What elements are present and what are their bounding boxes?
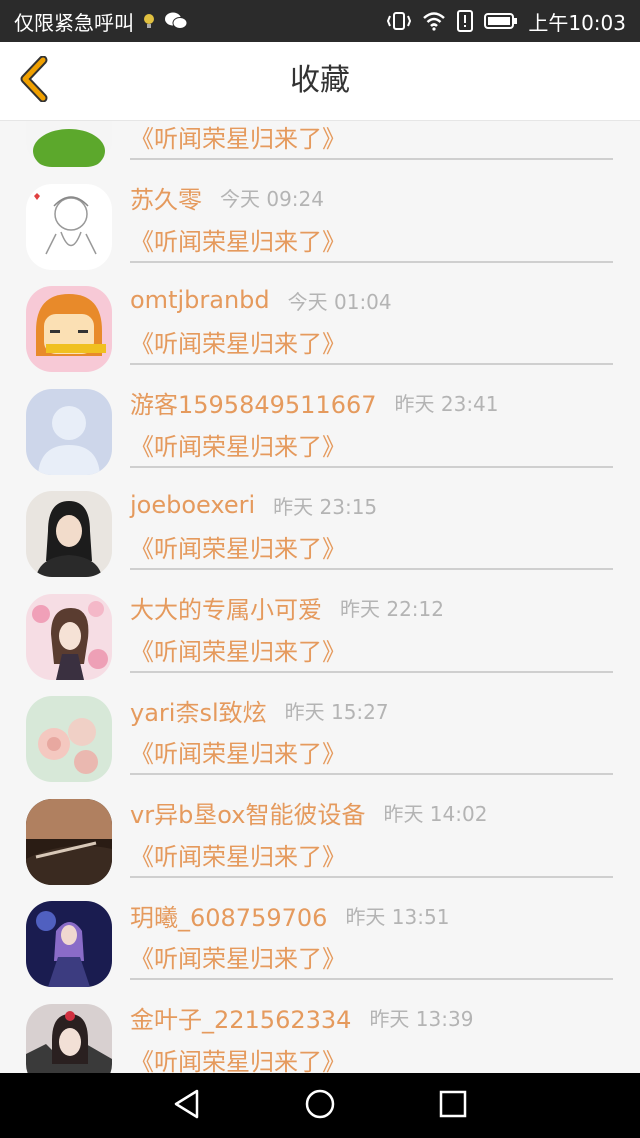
avatar — [26, 798, 112, 885]
avatar — [26, 593, 112, 680]
divider — [130, 773, 613, 775]
user-name: 金叶子_221562334 — [130, 1006, 352, 1034]
nav-home-button[interactable] — [290, 1081, 350, 1131]
divider — [130, 465, 613, 468]
list-item[interactable]: 大大的专属小可爱 昨天 22:12 《听闻荣星归来了》 — [0, 584, 640, 687]
user-name: omtjbranbd — [130, 286, 270, 314]
avatar — [26, 901, 112, 987]
app-header: 收藏 — [0, 42, 640, 121]
user-name: 玥曦_608759706 — [130, 903, 328, 932]
favorite-time: 昨天 14:02 — [383, 802, 488, 826]
divider — [130, 978, 613, 980]
book-title[interactable]: 《听闻荣星归来了》 — [130, 837, 346, 872]
favorite-time: 昨天 23:15 — [273, 494, 378, 519]
book-title[interactable]: 《听闻荣星归来了》 — [130, 222, 346, 257]
book-title[interactable]: 《听闻荣星归来了》 — [130, 427, 346, 462]
favorite-time: 昨天 22:12 — [340, 597, 444, 621]
list-item[interactable]: 金叶子_221562334 昨天 13:39 《听闻荣星归来了》 — [0, 994, 640, 1074]
avatar — [26, 388, 112, 475]
wifi-icon — [422, 11, 446, 31]
book-title[interactable]: 《听闻荣星归来了》 — [130, 529, 346, 564]
list-item[interactable]: 玥曦_608759706 昨天 13:51 《听闻荣星归来了》 — [0, 891, 640, 994]
book-title[interactable]: 《听闻荣星归来了》 — [130, 734, 346, 769]
alert-icon — [456, 10, 474, 32]
list-item[interactable]: 游客1595849511667 昨天 23:41 《听闻荣星归来了》 — [0, 379, 640, 482]
favorite-time: 昨天 13:51 — [345, 904, 450, 929]
divider — [130, 363, 613, 365]
favorites-list[interactable]: 《听闻荣星归来了》 苏久零 今天 09:24 《听闻荣星归来了》 omtjbran… — [0, 121, 640, 1073]
home-circle-icon — [304, 1088, 336, 1124]
user-name: 大大的专属小可爱 — [130, 596, 322, 624]
divider — [130, 875, 613, 878]
lightbulb-icon — [142, 12, 156, 30]
user-name: joeboexeri — [130, 491, 256, 519]
list-item[interactable]: yari柰sl致炫 昨天 15:27 《听闻荣星归来了》 — [0, 686, 640, 789]
book-title[interactable]: 《听闻荣星归来了》 — [130, 1042, 346, 1074]
divider — [130, 670, 613, 673]
battery-icon — [484, 12, 518, 30]
book-title[interactable]: 《听闻荣星归来了》 — [130, 632, 346, 667]
avatar — [26, 183, 112, 270]
chevron-left-icon — [17, 55, 51, 106]
status-bar: 仅限紧急呼叫 上午10:03 — [0, 0, 640, 42]
list-item[interactable]: joeboexeri 昨天 23:15 《听闻荣星归来了》 — [0, 481, 640, 584]
avatar — [26, 286, 112, 372]
back-button[interactable] — [14, 55, 54, 106]
list-item[interactable]: 苏久零 今天 09:24 《听闻荣星归来了》 — [0, 174, 640, 277]
favorite-time: 昨天 23:41 — [394, 392, 499, 416]
user-name: vr异b垦ox智能彼设备 — [130, 801, 366, 829]
favorite-time: 今天 09:24 — [220, 187, 324, 211]
book-title[interactable]: 《听闻荣星归来了》 — [130, 121, 346, 154]
clock: 上午10:03 — [528, 10, 626, 35]
divider — [130, 568, 613, 570]
user-name: 游客1595849511667 — [130, 391, 377, 419]
nav-recents-button[interactable] — [423, 1081, 483, 1131]
page-title: 收藏 — [290, 63, 350, 98]
list-item[interactable]: 《听闻荣星归来了》 — [0, 121, 640, 174]
favorite-time: 昨天 13:39 — [369, 1007, 474, 1031]
avatar — [26, 491, 112, 577]
list-item[interactable]: vr异b垦ox智能彼设备 昨天 14:02 《听闻荣星归来了》 — [0, 789, 640, 892]
wechat-icon — [164, 11, 188, 31]
user-name: 苏久零 — [130, 186, 202, 214]
avatar — [26, 121, 112, 167]
list-item[interactable]: omtjbranbd 今天 01:04 《听闻荣星归来了》 — [0, 276, 640, 379]
favorite-time: 今天 01:04 — [287, 289, 392, 314]
divider — [130, 158, 613, 160]
avatar — [26, 1003, 112, 1073]
carrier-label: 仅限紧急呼叫 — [14, 10, 134, 35]
back-triangle-icon — [172, 1088, 202, 1124]
book-title[interactable]: 《听闻荣星归来了》 — [130, 324, 346, 359]
user-name: yari柰sl致炫 — [130, 698, 267, 727]
book-title[interactable]: 《听闻荣星归来了》 — [130, 939, 346, 974]
vibrate-icon — [386, 11, 412, 31]
recents-square-icon — [438, 1089, 468, 1123]
favorite-time: 昨天 15:27 — [284, 699, 389, 724]
avatar — [26, 696, 112, 782]
nav-back-button[interactable] — [157, 1081, 217, 1131]
divider — [130, 260, 613, 263]
system-nav-bar — [0, 1073, 640, 1138]
